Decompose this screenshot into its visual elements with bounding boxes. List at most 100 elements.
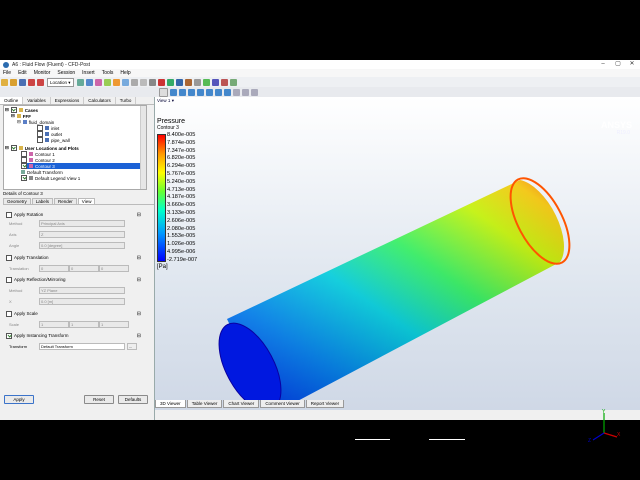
vector-icon[interactable]: [85, 78, 93, 86]
collapse-icon[interactable]: ⊟: [137, 255, 141, 261]
apply-translation-section[interactable]: Apply Translation ⊟: [3, 254, 141, 261]
apply-rotation-section[interactable]: Apply Rotation ⊟: [3, 211, 141, 218]
tab-view[interactable]: View: [77, 198, 96, 204]
plane-icon[interactable]: [76, 78, 84, 86]
reset-button[interactable]: Reset: [84, 395, 114, 404]
tab-report-viewer[interactable]: Report Viewer: [305, 400, 345, 408]
redo-icon[interactable]: [37, 78, 44, 86]
apply-scale-section[interactable]: Apply Scale ⊟: [3, 310, 141, 317]
streamline-icon[interactable]: [103, 78, 111, 86]
axis-select[interactable]: Z: [39, 230, 125, 238]
save-icon[interactable]: [19, 78, 26, 86]
maximize-icon[interactable]: ▢: [611, 60, 625, 69]
macro-icon[interactable]: [211, 78, 219, 86]
translation-x-input[interactable]: 0: [39, 264, 69, 272]
scale-y-input[interactable]: 1: [69, 320, 99, 328]
tab-geometry[interactable]: Geometry: [3, 198, 31, 204]
apply-translation-checkbox[interactable]: [6, 254, 12, 261]
contour-icon[interactable]: [94, 78, 102, 86]
probe-icon[interactable]: [233, 88, 240, 96]
view-layout-icon[interactable]: [242, 88, 249, 96]
tab-outline[interactable]: Outline: [0, 97, 24, 104]
select-icon[interactable]: [159, 87, 168, 97]
menu-file[interactable]: File: [3, 70, 11, 76]
tree-item-default-legend[interactable]: Default Legend View 1: [21, 175, 80, 181]
sync-view-icon[interactable]: [251, 88, 258, 96]
apply-instancing-section[interactable]: Apply Instancing Transform ⊟: [3, 332, 141, 339]
tab-variables[interactable]: Variables: [23, 97, 51, 104]
apply-reflection-section[interactable]: Apply Reflection/Mirroring ⊟: [3, 276, 141, 283]
zoom-icon[interactable]: [188, 88, 195, 96]
tree-scrollbar[interactable]: [140, 106, 146, 189]
collapse-icon[interactable]: ⊟: [137, 333, 141, 339]
tab-comment-viewer[interactable]: Comment Viewer: [260, 400, 305, 408]
apply-reflection-checkbox[interactable]: [6, 276, 12, 283]
pan-icon[interactable]: [179, 88, 186, 96]
text-icon[interactable]: [139, 78, 147, 86]
close-icon[interactable]: ✕: [625, 60, 639, 69]
checkbox[interactable]: [10, 145, 17, 151]
zoom-fit-icon[interactable]: [206, 88, 213, 96]
angle-input[interactable]: 0.0 [degree]: [39, 241, 125, 249]
location-dropdown[interactable]: Location ▾: [47, 77, 74, 87]
volume-icon[interactable]: [121, 78, 129, 86]
details-tabs: Geometry Labels Render View: [3, 198, 154, 205]
zoom-out-icon[interactable]: [224, 88, 231, 96]
tab-calculators[interactable]: Calculators: [84, 97, 116, 104]
comment-icon[interactable]: [184, 78, 192, 86]
open-icon[interactable]: [10, 78, 17, 86]
section-label: Apply Translation: [14, 255, 49, 260]
scale-x-input[interactable]: 1: [39, 320, 69, 328]
collapse-icon[interactable]: ⊟: [137, 311, 141, 317]
defaults-button[interactable]: Defaults: [118, 395, 148, 404]
animation-icon[interactable]: [220, 78, 228, 86]
checkbox[interactable]: [21, 175, 27, 181]
calculator-icon[interactable]: [202, 78, 210, 86]
menu-tools[interactable]: Tools: [102, 70, 114, 76]
rotate-icon[interactable]: [170, 88, 177, 96]
expression-icon[interactable]: [157, 78, 165, 86]
apply-instancing-checkbox[interactable]: [6, 332, 12, 339]
tab-table-viewer[interactable]: Table Viewer: [186, 400, 223, 408]
table-icon[interactable]: [166, 78, 174, 86]
undo-icon[interactable]: [28, 78, 35, 86]
menu-session[interactable]: Session: [57, 70, 75, 76]
method-select[interactable]: Principal Axis: [39, 219, 125, 227]
scale-z-input[interactable]: 1: [99, 320, 129, 328]
minimize-icon[interactable]: –: [596, 60, 610, 69]
reflection-method-select[interactable]: YZ Plane: [39, 286, 125, 294]
report-icon[interactable]: [193, 78, 201, 86]
zoom-box-icon[interactable]: [197, 88, 204, 96]
particle-icon[interactable]: [112, 78, 120, 86]
tab-3d-viewer[interactable]: 3D Viewer: [155, 400, 186, 408]
legend-icon[interactable]: [148, 78, 156, 86]
menu-help[interactable]: Help: [120, 70, 130, 76]
translation-y-input[interactable]: 0: [69, 264, 99, 272]
apply-button[interactable]: Apply: [4, 395, 34, 404]
transform-more-button[interactable]: ...: [127, 342, 137, 350]
transform-select[interactable]: Default Transform: [39, 342, 125, 350]
new-icon[interactable]: [1, 78, 8, 86]
collapse-icon[interactable]: ⊟: [137, 212, 141, 218]
apply-scale-checkbox[interactable]: [6, 310, 12, 317]
menu-monitor[interactable]: Monitor: [34, 70, 51, 76]
field-label: Method: [9, 287, 23, 293]
isosurface-icon[interactable]: [130, 78, 138, 86]
chart-icon[interactable]: [175, 78, 183, 86]
menu-edit[interactable]: Edit: [18, 70, 27, 76]
checkbox[interactable]: [37, 137, 43, 143]
reflection-x-input[interactable]: 0.0 [m]: [39, 297, 125, 305]
translation-z-input[interactable]: 0: [99, 264, 129, 272]
zoom-in-icon[interactable]: [215, 88, 222, 96]
tab-expressions[interactable]: Expressions: [51, 97, 85, 104]
collapse-icon[interactable]: ⊟: [137, 277, 141, 283]
tab-render[interactable]: Render: [54, 198, 77, 204]
tab-turbo[interactable]: Turbo: [116, 97, 137, 104]
tree-item-pipe-wall[interactable]: pipe_wall: [37, 137, 70, 143]
apply-rotation-checkbox[interactable]: [6, 211, 12, 218]
tab-labels[interactable]: Labels: [31, 198, 54, 204]
tab-chart-viewer[interactable]: Chart Viewer: [223, 400, 260, 408]
quick-edit-icon[interactable]: [229, 78, 237, 86]
menu-insert[interactable]: Insert: [82, 70, 95, 76]
3d-viewport[interactable]: View 1 ▾ Pressure Contour 3 8.400e-005 7…: [155, 97, 640, 449]
